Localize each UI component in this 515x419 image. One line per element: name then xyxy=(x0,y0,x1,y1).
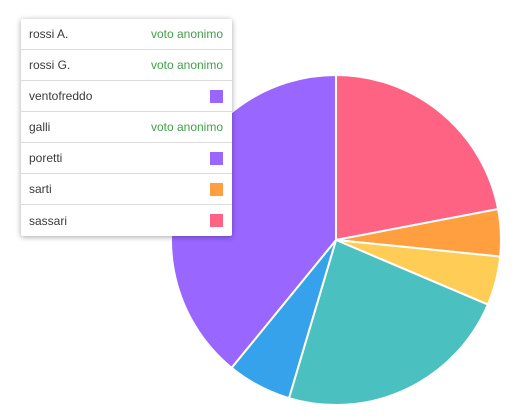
voter-name: rossi G. xyxy=(29,58,71,72)
voter-name: poretti xyxy=(29,151,63,165)
anonymous-vote-label: voto anonimo xyxy=(150,58,223,72)
voter-name: ventofreddo xyxy=(29,89,93,103)
vote-row-5[interactable]: sarti xyxy=(21,174,232,205)
vote-row-0[interactable]: rossi A. voto anonimo xyxy=(21,19,232,50)
vote-color-swatch xyxy=(210,151,223,165)
vote-color-swatch xyxy=(210,182,223,196)
vote-color-swatch xyxy=(210,89,223,103)
vote-list: rossi A. voto anonimo rossi G. voto anon… xyxy=(21,19,232,236)
anonymous-vote-label: voto anonimo xyxy=(150,27,223,41)
vote-row-2[interactable]: ventofreddo xyxy=(21,81,232,112)
voter-name: sassari xyxy=(29,213,68,228)
vote-row-6[interactable]: sassari xyxy=(21,205,232,236)
voter-name: sarti xyxy=(29,182,52,196)
vote-row-3[interactable]: galli voto anonimo xyxy=(21,112,232,143)
vote-color-swatch xyxy=(210,214,223,227)
vote-row-4[interactable]: poretti xyxy=(21,143,232,174)
voter-name: galli xyxy=(29,120,51,134)
voter-name: rossi A. xyxy=(29,27,69,41)
vote-row-1[interactable]: rossi G. voto anonimo xyxy=(21,50,232,81)
anonymous-vote-label: voto anonimo xyxy=(150,120,223,134)
